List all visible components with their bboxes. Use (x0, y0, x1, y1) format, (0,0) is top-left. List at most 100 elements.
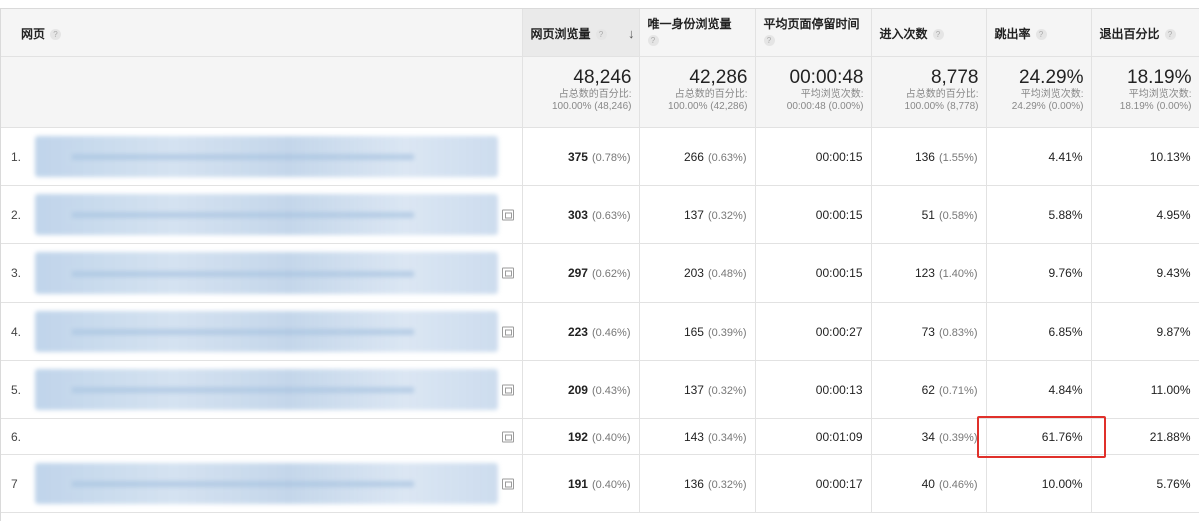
entrances-percent: (1.55%) (938, 151, 978, 164)
unique-pageviews-percent: (0.32%) (707, 209, 747, 222)
open-in-new-window-icon[interactable] (501, 384, 514, 395)
entrances-value: 51 (921, 207, 935, 222)
exit-pct-value: 11.00% (1150, 382, 1191, 397)
total-caption: 占总数的百分比: (558, 89, 632, 100)
open-in-new-window-icon[interactable] (501, 478, 514, 489)
help-icon[interactable]: ? (1164, 29, 1176, 41)
totals-bounce-rate: 24.29% 平均浏览次数: 24.29% (0.00%) (986, 56, 1092, 128)
unique-pageviews-percent: (0.39%) (707, 326, 747, 339)
page-cell[interactable]: 7 (1, 454, 523, 513)
table-row: 6. 192 (0.40%) 143 (0.34%) 00:01:09 34 (0.3… (1, 418, 1199, 455)
total-detail: 00:00:48 (0.00%) (786, 101, 864, 112)
total-caption: 占总数的百分比: (674, 89, 748, 100)
col-header-pageviews[interactable]: 网页浏览量? ↓ (522, 9, 640, 57)
entrances-percent: (0.58%) (938, 209, 978, 222)
unique-pageviews-percent: (0.34%) (707, 431, 747, 444)
col-header-page-label: 网页 (21, 27, 46, 41)
pageviews-percent: (0.40%) (591, 478, 631, 491)
pageviews-percent: (0.78%) (591, 151, 631, 164)
total-value: 8,778 (930, 67, 979, 88)
totals-row: 48,246 占总数的百分比: 100.00% (48,246) 42,286 … (1, 56, 1199, 128)
entrances-value: 73 (921, 324, 935, 339)
bounce-rate-value: 61.76% (1041, 429, 1083, 444)
pageviews-value: 223 (567, 324, 588, 339)
unique-pageviews-value: 137 (683, 382, 704, 397)
totals-page-cell (1, 56, 523, 128)
open-in-new-window-icon[interactable] (501, 431, 514, 442)
avg-time-value: 00:00:27 (815, 324, 863, 339)
col-header-avg-time-label: 平均页面停留时间 (763, 17, 860, 31)
open-in-new-window-icon[interactable] (501, 326, 514, 337)
row-index: 7 (11, 476, 18, 491)
avg-time-value: 00:01:09 (815, 429, 863, 444)
total-value: 00:00:48 (789, 67, 864, 88)
total-detail: 100.00% (48,246) (551, 101, 632, 112)
redacted-page-path (35, 136, 498, 177)
sort-desc-arrow-icon[interactable]: ↓ (628, 26, 635, 42)
col-header-entrances[interactable]: 进入次数? (871, 9, 987, 57)
col-header-bounce-rate-label: 跳出率 (994, 27, 1031, 41)
open-in-new-window-icon[interactable] (501, 267, 514, 279)
col-header-unique-pageviews[interactable]: 唯一身份浏览量? (639, 9, 756, 57)
avg-time-value: 00:00:15 (815, 149, 863, 164)
table-row: 4. 223 (0.46%) 165 (0.39%) 00:00:27 73 (0.8… (1, 302, 1199, 361)
page-cell[interactable]: 2. (1, 185, 523, 244)
col-header-unique-pageviews-label: 唯一身份浏览量 (647, 17, 732, 31)
bounce-rate-value: 4.84% (1048, 382, 1083, 397)
report-table-frame: 网页? 网页浏览量? ↓ 唯一身份浏览量? 平均页面停留时间? 进入次数? 跳出率… (0, 8, 1199, 521)
row-index: 1. (11, 149, 22, 164)
total-value: 24.29% (1019, 67, 1084, 88)
total-value: 42,286 (689, 67, 748, 88)
row-index: 4. (11, 324, 22, 339)
page-cell[interactable]: 4. (1, 302, 523, 361)
page-cell[interactable]: 6. (1, 418, 523, 455)
unique-pageviews-value: 143 (683, 429, 704, 444)
avg-time-value: 00:00:15 (815, 207, 863, 222)
pageviews-value: 297 (567, 266, 588, 280)
unique-pageviews-value: 203 (683, 266, 704, 280)
exit-pct-value: 21.88% (1149, 429, 1191, 444)
help-icon[interactable]: ? (932, 29, 944, 41)
table-row: 1. 375 (0.78%) 266 (0.63%) 00:00:15 136 (1.… (1, 127, 1199, 186)
col-header-bounce-rate[interactable]: 跳出率? (986, 9, 1092, 57)
row-index: 3. (11, 266, 22, 280)
pages-report-table: 网页? 网页浏览量? ↓ 唯一身份浏览量? 平均页面停留时间? 进入次数? 跳出率… (1, 9, 1199, 513)
table-row: 5. 209 (0.43%) 137 (0.32%) 00:00:13 62 (0.7… (1, 360, 1199, 419)
exit-pct-value: 5.76% (1156, 476, 1191, 491)
unique-pageviews-percent: (0.32%) (707, 384, 747, 397)
help-icon[interactable]: ? (595, 29, 607, 41)
entrances-percent: (0.39%) (938, 431, 978, 444)
help-icon[interactable]: ? (1035, 29, 1047, 41)
entrances-percent: (0.71%) (938, 384, 978, 397)
col-header-page[interactable]: 网页? (1, 9, 523, 57)
pageviews-percent: (0.43%) (591, 384, 631, 397)
avg-time-value: 00:00:15 (815, 266, 863, 280)
redacted-page-path (35, 311, 498, 352)
col-header-entrances-label: 进入次数 (879, 27, 928, 41)
header-row: 网页? 网页浏览量? ↓ 唯一身份浏览量? 平均页面停留时间? 进入次数? 跳出率… (1, 9, 1199, 57)
redacted-page-path (35, 463, 498, 504)
entrances-percent: (0.46%) (938, 478, 978, 491)
entrances-percent: (0.83%) (938, 326, 978, 339)
col-header-avg-time[interactable]: 平均页面停留时间? (755, 9, 872, 57)
col-header-exit-pct[interactable]: 退出百分比? (1091, 9, 1199, 57)
pageviews-value: 209 (567, 382, 588, 397)
unique-pageviews-value: 137 (683, 207, 704, 222)
redacted-page-path (35, 369, 498, 410)
pageviews-percent: (0.63%) (591, 209, 631, 222)
col-header-exit-pct-label: 退出百分比 (1099, 27, 1160, 41)
page-cell[interactable]: 3. (1, 243, 523, 303)
total-caption: 平均浏览次数: (1020, 89, 1084, 100)
open-in-new-window-icon[interactable] (501, 209, 514, 220)
unique-pageviews-value: 165 (683, 324, 704, 339)
page-cell[interactable]: 1. (1, 127, 523, 186)
table-row: 2. 303 (0.63%) 137 (0.32%) 00:00:15 51 (0.5… (1, 185, 1199, 244)
help-icon[interactable]: ? (647, 35, 659, 46)
redacted-page-path (35, 194, 498, 235)
help-icon[interactable]: ? (763, 35, 775, 46)
pageviews-value: 303 (567, 207, 588, 222)
entrances-value: 136 (914, 149, 935, 164)
page-cell[interactable]: 5. (1, 360, 523, 419)
total-detail: 100.00% (42,286) (667, 101, 748, 112)
help-icon[interactable]: ? (50, 29, 62, 41)
